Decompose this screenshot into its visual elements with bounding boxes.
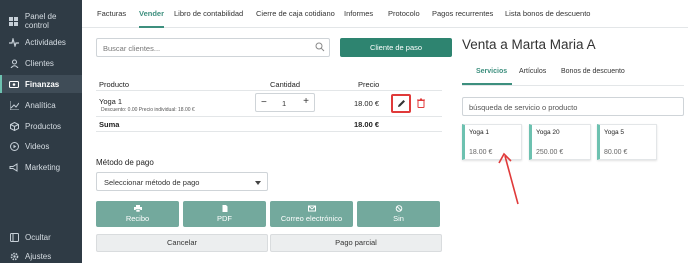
walk-in-client-button[interactable]: Cliente de paso	[340, 38, 452, 57]
divider	[96, 90, 442, 91]
delete-icon[interactable]	[417, 98, 425, 108]
pdf-button-label: PDF	[217, 214, 232, 223]
sidebar-item-label: Panel de control	[24, 12, 57, 30]
partial-payment-button[interactable]: Pago parcial	[270, 234, 442, 252]
service-card-price: 80.00 €	[604, 149, 628, 156]
tab-articulos[interactable]: Artículos	[519, 68, 546, 75]
service-card-name: Yoga 1	[469, 129, 490, 136]
search-placeholder: Buscar clientes...	[103, 44, 161, 53]
sidebar-item-ocultar[interactable]: Ocultar	[0, 228, 82, 246]
pencil-icon	[397, 100, 405, 107]
payment-method-value: Seleccionar método de pago	[104, 178, 200, 187]
play-icon	[9, 141, 19, 151]
search-icon	[315, 42, 325, 52]
sidebar: Panel de control Actividades Clientes Fi…	[0, 0, 82, 263]
box-icon	[9, 121, 19, 131]
service-card-yoga-5[interactable]: Yoga 5 80.00 €	[597, 124, 657, 160]
service-card-price: 250.00 €	[536, 149, 564, 156]
sum-value: 18.00 €	[354, 120, 380, 129]
quantity-value[interactable]: 1	[282, 99, 286, 108]
service-card-name: Yoga 20	[536, 129, 560, 136]
tab-bonos-de-descuento[interactable]: Bonos de descuento	[561, 68, 625, 75]
service-search-placeholder: búsqueda de servicio o producto	[469, 103, 578, 112]
cancel-button[interactable]: Cancelar	[96, 234, 268, 252]
receipt-button[interactable]: Recibo	[96, 201, 179, 227]
tab-libro-de-contabilidad[interactable]: Libro de contabilidad	[174, 0, 243, 28]
sum-label: Suma	[99, 120, 120, 129]
sidebar-item-videos[interactable]: Videos	[0, 137, 82, 155]
ban-icon	[395, 205, 402, 212]
sidebar-item-label: Analítica	[25, 100, 56, 110]
divider	[96, 131, 442, 132]
chart-icon	[9, 100, 19, 110]
user-icon	[9, 58, 19, 68]
service-search-input[interactable]: búsqueda de servicio o producto	[462, 97, 684, 116]
sidebar-item-marketing[interactable]: Marketing	[0, 158, 82, 176]
tab-lista-bonos[interactable]: Lista bonos de descuento	[505, 0, 590, 28]
decrease-quantity-button[interactable]: −	[261, 97, 267, 108]
sidebar-item-label: Ajustes	[25, 251, 52, 261]
sidebar-item-label: Actividades	[25, 37, 66, 47]
divider	[462, 85, 684, 86]
sidebar-item-label: Marketing	[25, 162, 61, 172]
top-tab-bar: Facturas Vender Libro de contabilidad Ci…	[82, 0, 688, 28]
increase-quantity-button[interactable]: +	[303, 96, 309, 107]
service-card-price: 18.00 €	[469, 149, 493, 156]
document-icon	[222, 205, 227, 212]
receipt-button-label: Recibo	[125, 214, 150, 223]
tab-vender[interactable]: Vender	[139, 0, 165, 28]
print-icon	[133, 205, 142, 212]
payment-method-select[interactable]: Seleccionar método de pago	[96, 172, 268, 191]
sidebar-item-finanzas[interactable]: Finanzas	[0, 75, 82, 93]
activity-icon	[9, 37, 19, 47]
service-card-yoga-20[interactable]: Yoga 20 250.00 €	[529, 124, 591, 160]
sidebar-item-clientes[interactable]: Clientes	[0, 54, 82, 72]
service-card-name: Yoga 5	[604, 129, 625, 136]
sidebar-item-label: Finanzas	[25, 79, 60, 89]
sidebar-item-label: Videos	[25, 141, 50, 151]
sidebar-item-ajustes[interactable]: Ajustes	[0, 247, 82, 263]
column-header-product: Producto	[99, 80, 130, 89]
gear-icon	[9, 251, 19, 261]
cart-item-name: Yoga 1	[99, 97, 123, 106]
client-search-input[interactable]: Buscar clientes...	[96, 38, 330, 57]
pdf-button[interactable]: PDF	[183, 201, 266, 227]
page-title: Venta a Marta Maria A	[462, 37, 596, 52]
tab-protocolo[interactable]: Protocolo	[388, 0, 420, 28]
column-header-quantity: Cantidad	[270, 80, 301, 89]
payment-method-label: Método de pago	[96, 158, 154, 167]
sidebar-item-actividades[interactable]: Actividades	[0, 33, 82, 51]
tab-servicios[interactable]: Servicios	[476, 68, 507, 75]
quantity-stepper: − 1 +	[255, 93, 315, 112]
tab-pagos-recurrentes[interactable]: Pagos recurrentes	[432, 0, 493, 28]
sidebar-item-label: Clientes	[25, 58, 54, 68]
collapse-icon	[9, 232, 19, 242]
dashboard-icon	[9, 16, 19, 26]
sidebar-item-label: Productos	[25, 121, 62, 131]
sidebar-item-productos[interactable]: Productos	[0, 117, 82, 135]
sidebar-item-panel-de-control[interactable]: Panel de control	[0, 12, 82, 30]
mail-icon	[307, 205, 316, 212]
cart-item-details: Descuento: 0.00 Precio individual: 18.00…	[101, 107, 195, 113]
sidebar-item-label: Ocultar	[25, 232, 51, 242]
divider	[96, 116, 442, 117]
chevron-down-icon	[255, 181, 261, 185]
no-receipt-button-label: Sin	[393, 214, 404, 223]
finance-icon	[9, 79, 19, 89]
tab-informes[interactable]: Informes	[344, 0, 373, 28]
annotation-arrow-icon	[498, 152, 519, 205]
megaphone-icon	[9, 162, 19, 172]
email-button-label: Correo electrónico	[280, 214, 343, 223]
cart-item-price: 18.00 €	[354, 99, 380, 108]
column-header-price: Precio	[358, 80, 380, 89]
no-receipt-button[interactable]: Sin	[357, 201, 440, 227]
tab-facturas[interactable]: Facturas	[97, 0, 126, 28]
tab-cierre-de-caja[interactable]: Cierre de caja cotidiano	[256, 0, 335, 28]
edit-item-button[interactable]	[391, 94, 411, 113]
email-button[interactable]: Correo electrónico	[270, 201, 353, 227]
sidebar-item-analitica[interactable]: Analítica	[0, 96, 82, 114]
